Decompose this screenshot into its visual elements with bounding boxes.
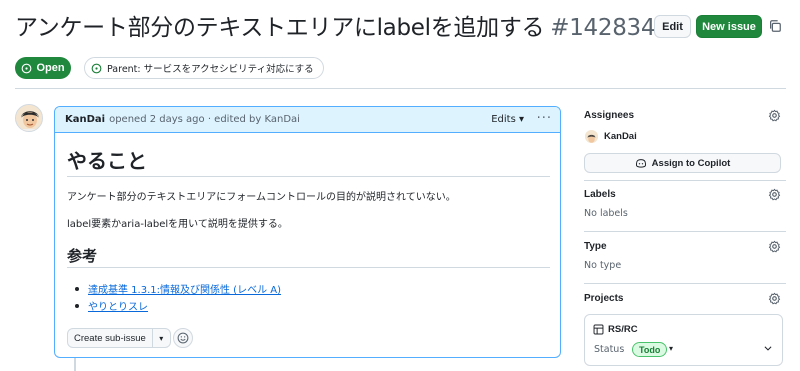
- edits-dropdown[interactable]: Edits ▾: [491, 114, 524, 125]
- gear-icon[interactable]: [768, 292, 781, 305]
- type-heading: Type: [584, 241, 607, 252]
- paragraph-solution: label要素かaria-labelを用いて説明を提供する。: [67, 219, 288, 230]
- issue-open-icon: [22, 63, 32, 73]
- project-card: RS/RC Status Todo ▾: [584, 314, 783, 366]
- issue-title: アンケート部分のテキストエリアにlabelを追加する: [15, 15, 545, 41]
- caret-down-icon: ▾: [518, 114, 524, 125]
- sidebar-divider: [584, 283, 786, 284]
- labels-heading: Labels: [584, 189, 616, 200]
- copilot-label: Assign to Copilot: [651, 157, 731, 169]
- copy-icon[interactable]: [768, 19, 782, 33]
- labels-value: No labels: [584, 208, 628, 219]
- heading-todo: やること: [67, 149, 147, 173]
- reference-link-thread[interactable]: やりとりスレ: [88, 298, 148, 313]
- gear-icon[interactable]: [768, 109, 781, 122]
- sidebar-divider: [584, 180, 786, 181]
- page-title: アンケート部分のテキストエリアにlabelを追加する #142834: [15, 10, 656, 46]
- add-reaction-button[interactable]: [173, 328, 193, 348]
- new-issue-button[interactable]: New issue: [696, 15, 762, 38]
- list-item: 達成基準 1.3.1:情報及び関係性 (レベル A): [75, 281, 281, 296]
- list-item: やりとりスレ: [75, 298, 148, 313]
- timeline-line: [74, 358, 76, 371]
- chevron-down-icon[interactable]: [763, 343, 773, 353]
- edits-label: Edits: [491, 114, 516, 125]
- gear-icon[interactable]: [768, 188, 781, 201]
- projects-heading: Projects: [584, 293, 624, 304]
- assign-to-copilot-button[interactable]: Assign to Copilot: [584, 153, 781, 173]
- parent-issue-label: Parent: サービスをアクセシビリティ対応にする: [107, 64, 314, 75]
- comment-author[interactable]: KanDai: [65, 114, 105, 125]
- kebab-icon[interactable]: ···: [537, 111, 552, 126]
- heading-reference: 参考: [67, 247, 98, 265]
- heading-divider: [67, 176, 550, 177]
- status-badge: Open: [15, 57, 71, 79]
- comment-header: KanDai opened 2 days ago · edited by Kan…: [55, 107, 560, 133]
- caret-down-icon[interactable]: ▾: [669, 344, 673, 353]
- gear-icon[interactable]: [768, 240, 781, 253]
- issue-comment: KanDai opened 2 days ago · edited by Kan…: [54, 106, 561, 358]
- parent-issue-link[interactable]: Parent: サービスをアクセシビリティ対応にする: [84, 57, 324, 79]
- avatar[interactable]: [15, 104, 43, 132]
- bullet: [75, 286, 79, 291]
- parent-issue-icon: [91, 63, 102, 73]
- avatar-image: [16, 105, 42, 131]
- assignee-avatar[interactable]: [585, 130, 598, 143]
- issue-number: #142834: [550, 15, 656, 41]
- assignees-heading: Assignees: [584, 110, 635, 121]
- copilot-icon: [635, 159, 646, 168]
- project-table-icon: [593, 324, 604, 335]
- paragraph-description: アンケート部分のテキストエリアにフォームコントロールの目的が説明されていない。: [67, 192, 456, 203]
- sidebar-divider: [584, 231, 786, 232]
- header-divider: [15, 88, 786, 89]
- assignee-name[interactable]: KanDai: [604, 131, 637, 142]
- heading-divider: [67, 267, 550, 268]
- status-label: Open: [36, 62, 65, 74]
- project-status-label: Status: [594, 344, 625, 355]
- edit-button[interactable]: Edit: [654, 15, 691, 38]
- type-value: No type: [584, 260, 622, 271]
- create-sub-issue-button[interactable]: Create sub-issue ▾: [67, 328, 171, 348]
- bullet: [75, 303, 79, 308]
- comment-meta: opened 2 days ago · edited by KanDai: [109, 114, 300, 125]
- reference-link-wcag[interactable]: 達成基準 1.3.1:情報及び関係性 (レベル A): [88, 281, 281, 296]
- project-name[interactable]: RS/RC: [608, 324, 638, 335]
- caret-down-icon[interactable]: ▾: [151, 329, 170, 347]
- create-sub-issue-label[interactable]: Create sub-issue: [68, 329, 152, 347]
- smiley-icon: [177, 332, 189, 344]
- project-status-badge[interactable]: Todo: [632, 342, 668, 357]
